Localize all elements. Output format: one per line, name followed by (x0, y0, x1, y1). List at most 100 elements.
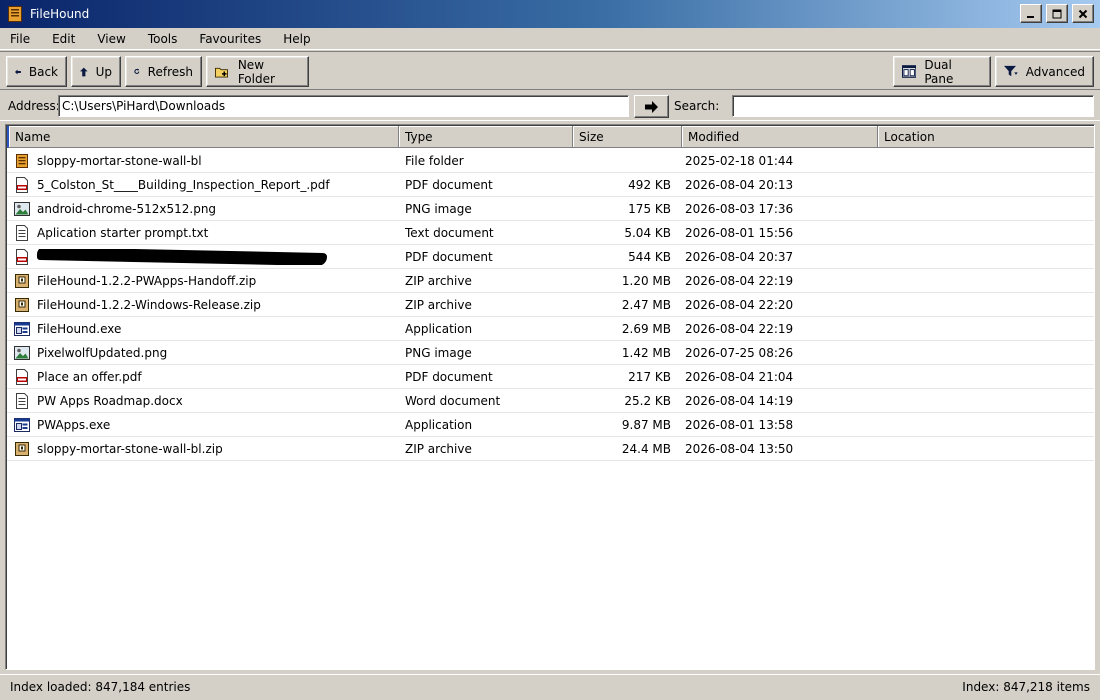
image-icon (14, 201, 30, 217)
status-index-loaded: Index loaded: 847,184 entries (10, 680, 191, 694)
column-header-size[interactable]: Size (573, 126, 682, 148)
address-input[interactable]: C:\Users\PiHard\Downloads (58, 95, 629, 117)
file-type: Text document (405, 225, 494, 240)
file-name-cell: Place an offer.pdf (7, 368, 398, 385)
menu-view[interactable]: View (97, 30, 125, 48)
file-row[interactable]: 5_Colston_St____Building_Inspection_Repo… (7, 173, 1094, 197)
dual-pane-label: Dual Pane (924, 57, 954, 86)
new-folder-label: New Folder (237, 57, 275, 86)
file-row[interactable]: PW Apps Roadmap.docx Word document 25.2 KB… (7, 389, 1094, 413)
file-name: 5_Colston_St____Building_Inspection_Repo… (37, 177, 330, 192)
file-type: Application (405, 417, 473, 432)
maximize-button[interactable] (1046, 4, 1068, 23)
file-rows: sloppy-mortar-stone-wall-bl File folder 20… (7, 149, 1094, 461)
search-input[interactable] (732, 95, 1094, 117)
file-type: File folder (405, 153, 464, 168)
refresh-button[interactable]: Refresh (125, 56, 202, 87)
menu-edit[interactable]: Edit (52, 30, 75, 48)
file-type: PNG image (405, 201, 472, 216)
file-name: sloppy-mortar-stone-wall-bl.zip (37, 441, 223, 456)
file-size: 2.69 MB (621, 321, 671, 336)
file-name: Place an offer.pdf (37, 369, 142, 384)
zip-icon (14, 297, 30, 313)
text-icon (14, 392, 30, 409)
file-modified: 2026-08-04 13:50 (685, 441, 794, 456)
file-name-cell: FileHound-1.2.2-Windows-Release.zip (7, 297, 398, 313)
file-name: Aplication starter prompt.txt (37, 225, 209, 240)
dual-pane-button[interactable]: Dual Pane (893, 56, 991, 87)
app-icon (8, 6, 22, 22)
file-name-cell: sloppy-mortar-stone-wall-bl.zip (7, 441, 398, 457)
file-name: PW Apps Roadmap.docx (37, 393, 183, 408)
file-name: PixelwolfUpdated.png (37, 345, 168, 360)
zip-icon (14, 273, 30, 289)
file-size: 24.4 MB (621, 441, 671, 456)
file-name: FileHound.exe (37, 321, 122, 336)
go-button[interactable] (634, 95, 669, 118)
menu-file[interactable]: File (10, 30, 30, 48)
file-row[interactable]: PDF document 544 KB 2026-08-04 20:37 (7, 245, 1094, 269)
file-modified: 2026-08-04 22:19 (685, 273, 794, 288)
file-size: 217 KB (628, 369, 671, 384)
filehound-window: FileHound File Edit View Tools Favourite… (0, 0, 1100, 700)
menu-help[interactable]: Help (283, 30, 310, 48)
file-type: PDF document (405, 177, 493, 192)
file-name-cell: FileHound-1.2.2-PWApps-Handoff.zip (7, 273, 398, 289)
file-row[interactable]: FileHound.exe Application 2.69 MB 2026-08-0… (7, 317, 1094, 341)
file-row[interactable]: sloppy-mortar-stone-wall-bl.zip ZIP archi… (7, 437, 1094, 461)
pdf-icon (14, 368, 30, 385)
file-name: sloppy-mortar-stone-wall-bl (37, 153, 202, 168)
file-name-cell: PW Apps Roadmap.docx (7, 392, 398, 409)
up-arrow-icon (80, 67, 88, 76)
file-row[interactable]: FileHound-1.2.2-PWApps-Handoff.zip ZIP ar… (7, 269, 1094, 293)
file-modified: 2026-08-01 13:58 (685, 417, 794, 432)
file-size: 1.20 MB (621, 273, 671, 288)
file-size: 492 KB (628, 177, 671, 192)
file-row[interactable]: Place an offer.pdf PDF document 217 KB 2026… (7, 365, 1094, 389)
dual-pane-icon (902, 65, 917, 78)
column-header-type[interactable]: Type (399, 126, 573, 148)
file-modified: 2026-08-03 17:36 (685, 201, 794, 216)
address-label: Address: (8, 99, 60, 113)
file-row[interactable]: PixelwolfUpdated.png PNG image 1.42 MB 2026… (7, 341, 1094, 365)
exe-icon (14, 321, 30, 337)
column-header-location[interactable]: Location (878, 126, 1094, 148)
toolbar: Back Up Refresh New Folder Dual Pane Adv… (0, 51, 1100, 89)
advanced-button[interactable]: Advanced (995, 56, 1094, 87)
file-type: Application (405, 321, 473, 336)
file-name-cell: Aplication starter prompt.txt (7, 224, 398, 241)
file-name-cell: PWApps.exe (7, 417, 398, 433)
new-folder-button[interactable]: New Folder (206, 56, 309, 87)
menu-tools[interactable]: Tools (148, 30, 178, 48)
up-button[interactable]: Up (71, 56, 121, 87)
menu-favourites[interactable]: Favourites (199, 30, 261, 48)
file-row[interactable]: PWApps.exe Application 9.87 MB 2026-08-01 1… (7, 413, 1094, 437)
column-header-name[interactable]: Name (7, 126, 399, 148)
file-modified: 2026-07-25 08:26 (685, 345, 794, 360)
new-folder-icon (215, 67, 228, 78)
file-name: PWApps.exe (37, 417, 111, 432)
file-name-cell: 5_Colston_St____Building_Inspection_Repo… (7, 176, 398, 193)
file-name-cell: FileHound.exe (7, 321, 398, 337)
refresh-icon (134, 68, 140, 74)
file-row[interactable]: android-chrome-512x512.png PNG image 175 K… (7, 197, 1094, 221)
minimize-button[interactable] (1020, 4, 1042, 23)
file-name-cell: PixelwolfUpdated.png (7, 345, 398, 361)
up-label: Up (95, 64, 112, 79)
file-size: 175 KB (628, 201, 671, 216)
title-bar[interactable]: FileHound (0, 0, 1100, 28)
file-name: android-chrome-512x512.png (37, 201, 217, 216)
file-size: 5.04 KB (624, 225, 671, 240)
back-button[interactable]: Back (6, 56, 67, 87)
file-type: PDF document (405, 369, 493, 384)
file-size: 1.42 MB (621, 345, 671, 360)
file-modified: 2026-08-04 21:04 (685, 369, 794, 384)
file-modified: 2026-08-01 15:56 (685, 225, 794, 240)
file-row[interactable]: Aplication starter prompt.txt Text docume… (7, 221, 1094, 245)
text-icon (14, 224, 30, 241)
file-row[interactable]: sloppy-mortar-stone-wall-bl File folder 20… (7, 149, 1094, 173)
file-row[interactable]: FileHound-1.2.2-Windows-Release.zip ZIP a… (7, 293, 1094, 317)
maximize-icon (1052, 9, 1062, 18)
close-button[interactable] (1072, 4, 1094, 23)
column-header-modified[interactable]: Modified (682, 126, 878, 148)
